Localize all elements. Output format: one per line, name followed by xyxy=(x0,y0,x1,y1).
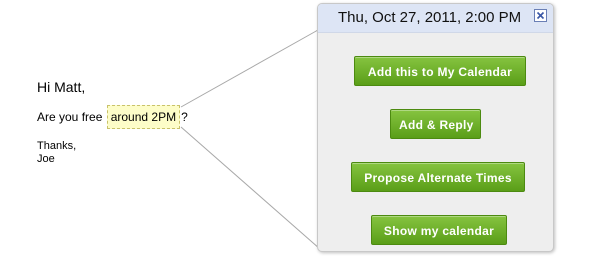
popup-header: Thu, Oct 27, 2011, 2:00 PM xyxy=(318,4,553,33)
show-my-calendar-button[interactable]: Show my calendar xyxy=(371,215,507,245)
popup-title: Thu, Oct 27, 2011, 2:00 PM xyxy=(338,9,522,26)
close-icon xyxy=(536,11,545,20)
email-signoff: Thanks, Joe xyxy=(37,140,76,166)
propose-alternate-times-button[interactable]: Propose Alternate Times xyxy=(351,162,525,192)
add-to-calendar-button[interactable]: Add this to My Calendar xyxy=(354,56,526,86)
email-signature: Joe xyxy=(37,153,55,165)
stage: Hi Matt, Are you free around 2PM? Thanks… xyxy=(0,0,600,256)
add-and-reply-button[interactable]: Add & Reply xyxy=(390,109,481,139)
popup-actions: Add this to My Calendar Add & Reply Prop… xyxy=(318,33,553,251)
email-greeting: Hi Matt, xyxy=(37,79,86,95)
question-text-before: Are you free xyxy=(37,110,106,124)
close-button[interactable] xyxy=(534,9,547,22)
email-thanks: Thanks, xyxy=(37,140,77,152)
callout-line-top xyxy=(180,29,319,108)
question-text-after: ? xyxy=(181,110,188,124)
callout-line-bottom xyxy=(180,126,321,250)
email-question: Are you free around 2PM? xyxy=(37,104,188,130)
detected-time-highlight[interactable]: around 2PM xyxy=(106,105,181,129)
calendar-popup: Thu, Oct 27, 2011, 2:00 PM Add this to M… xyxy=(317,3,554,252)
